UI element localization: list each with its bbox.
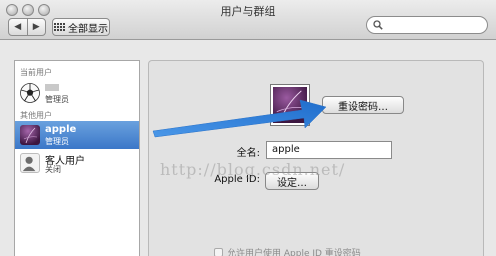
annotation-arrow-icon	[152, 99, 327, 138]
